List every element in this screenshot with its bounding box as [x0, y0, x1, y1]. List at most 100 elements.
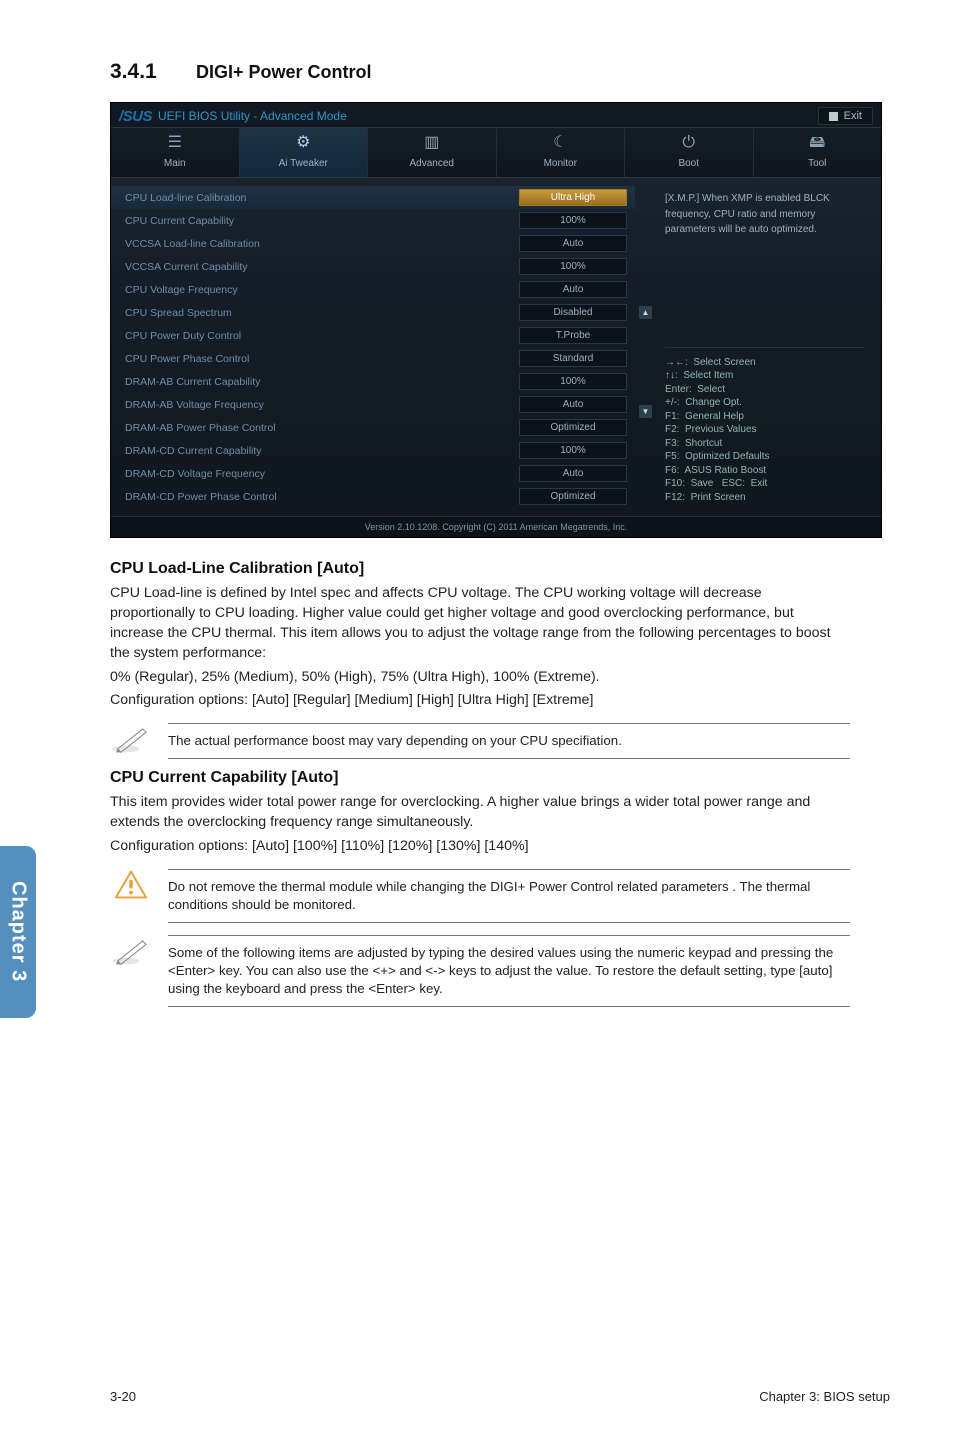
gauge-icon: ☾ — [553, 134, 567, 152]
help-line: F5: Optimized Defaults — [665, 450, 865, 464]
help-line: F3: Shortcut — [665, 437, 865, 451]
bios-tabs: ☰ Main ⚙ Ai Tweaker ▥ Advanced ☾ Monitor… — [111, 127, 881, 178]
pencil-icon — [110, 935, 152, 967]
subhead-ccc: CPU Current Capability [Auto] — [110, 769, 850, 787]
help-line: F10: Save ESC: Exit — [665, 477, 865, 491]
setting-value[interactable]: 100% — [519, 373, 627, 390]
tab-label: Main — [164, 158, 186, 169]
para: Configuration options: [Auto] [100%] [11… — [110, 837, 850, 857]
tab-label: Ai Tweaker — [279, 158, 328, 169]
setting-label: CPU Spread Spectrum — [125, 307, 519, 319]
setting-label: VCCSA Load-line Calibration — [125, 238, 519, 250]
info-line: frequency, CPU ratio and memory — [665, 208, 865, 222]
tab-ai-tweaker[interactable]: ⚙ Ai Tweaker — [240, 128, 369, 177]
setting-row[interactable]: CPU Current Capability100% — [111, 209, 635, 232]
setting-value[interactable]: Disabled — [519, 304, 627, 321]
setting-label: DRAM-AB Current Capability — [125, 376, 519, 388]
help-line: F12: Print Screen — [665, 491, 865, 505]
setting-label: CPU Current Capability — [125, 215, 519, 227]
help-line: →←: Select Screen — [665, 356, 865, 370]
note-text: Do not remove the thermal module while c… — [168, 869, 850, 923]
setting-value[interactable]: Optimized — [519, 419, 627, 436]
setting-label: CPU Voltage Frequency — [125, 284, 519, 296]
note-adjust: Some of the following items are adjusted… — [110, 935, 850, 1007]
setting-value[interactable]: 100% — [519, 212, 627, 229]
exit-label: Exit — [844, 110, 862, 122]
setting-label: VCCSA Current Capability — [125, 261, 519, 273]
setting-row[interactable]: VCCSA Current Capability100% — [111, 255, 635, 278]
help-line: F2: Previous Values — [665, 423, 865, 437]
bios-titlebar: /SUS UEFI BIOS Utility - Advanced Mode E… — [111, 103, 881, 127]
info-line: parameters will be auto optimized. — [665, 223, 865, 237]
chip-icon: ▥ — [424, 134, 439, 152]
scroll-down-icon[interactable]: ▼ — [639, 405, 652, 418]
help-line: +/-: Change Opt. — [665, 396, 865, 410]
exit-icon — [829, 112, 838, 121]
note-performance: The actual performance boost may vary de… — [110, 723, 850, 759]
brand-logo: /SUS — [119, 108, 152, 125]
setting-value[interactable]: 100% — [519, 258, 627, 275]
tab-label: Monitor — [544, 158, 577, 169]
gear-icon: ⚙ — [296, 134, 310, 152]
bios-footer: Version 2.10.1208. Copyright (C) 2011 Am… — [111, 516, 881, 537]
page-number: 3-20 — [110, 1389, 136, 1404]
setting-value[interactable]: Standard — [519, 350, 627, 367]
section-title: DIGI+ Power Control — [196, 62, 372, 83]
setting-label: DRAM-CD Power Phase Control — [125, 491, 519, 503]
setting-label: DRAM-AB Voltage Frequency — [125, 399, 519, 411]
help-line: Enter: Select — [665, 383, 865, 397]
setting-value[interactable]: Auto — [519, 281, 627, 298]
setting-label: CPU Power Phase Control — [125, 353, 519, 365]
setting-value[interactable]: T.Probe — [519, 327, 627, 344]
setting-row[interactable]: CPU Load-line CalibrationUltra High — [111, 186, 635, 209]
tab-tool[interactable]: 🖴 Tool — [754, 128, 882, 177]
setting-row[interactable]: DRAM-CD Current Capability100% — [111, 439, 635, 462]
scrollbar[interactable]: ▲ ▼ — [639, 186, 653, 508]
bios-title: UEFI BIOS Utility - Advanced Mode — [158, 109, 347, 123]
bios-screenshot: /SUS UEFI BIOS Utility - Advanced Mode E… — [110, 102, 882, 538]
setting-row[interactable]: CPU Power Phase ControlStandard — [111, 347, 635, 370]
help-line: F6: ASUS Ratio Boost — [665, 464, 865, 478]
chapter-tab: Chapter 3 — [0, 846, 36, 1018]
setting-label: CPU Power Duty Control — [125, 330, 519, 342]
setting-row[interactable]: DRAM-AB Voltage FrequencyAuto — [111, 393, 635, 416]
para: This item provides wider total power ran… — [110, 793, 850, 833]
setting-row[interactable]: CPU Power Duty ControlT.Probe — [111, 324, 635, 347]
setting-row[interactable]: CPU Voltage FrequencyAuto — [111, 278, 635, 301]
exit-button[interactable]: Exit — [818, 107, 873, 125]
tab-monitor[interactable]: ☾ Monitor — [497, 128, 626, 177]
help-line: ↑↓: Select Item — [665, 369, 865, 383]
tab-advanced[interactable]: ▥ Advanced — [368, 128, 497, 177]
help-line: F1: General Help — [665, 410, 865, 424]
setting-row[interactable]: DRAM-CD Power Phase ControlOptimized — [111, 485, 635, 508]
tab-label: Tool — [808, 158, 826, 169]
para: Configuration options: [Auto] [Regular] … — [110, 691, 850, 711]
setting-value[interactable]: 100% — [519, 442, 627, 459]
chapter-footer: Chapter 3: BIOS setup — [759, 1389, 890, 1404]
setting-row[interactable]: DRAM-AB Power Phase ControlOptimized — [111, 416, 635, 439]
bios-help-panel: [X.M.P.] When XMP is enabled BLCK freque… — [653, 178, 881, 516]
para: CPU Load-line is defined by Intel spec a… — [110, 584, 850, 664]
tool-icon: 🖴 — [809, 134, 825, 152]
list-icon: ☰ — [168, 134, 182, 152]
tab-boot[interactable]: ⏻ Boot — [625, 128, 754, 177]
setting-value[interactable]: Auto — [519, 235, 627, 252]
setting-label: DRAM-AB Power Phase Control — [125, 422, 519, 434]
setting-label: DRAM-CD Current Capability — [125, 445, 519, 457]
setting-value[interactable]: Auto — [519, 396, 627, 413]
tab-main[interactable]: ☰ Main — [111, 128, 240, 177]
setting-row[interactable]: VCCSA Load-line CalibrationAuto — [111, 232, 635, 255]
info-line: [X.M.P.] When XMP is enabled BLCK — [665, 192, 865, 206]
setting-row[interactable]: DRAM-CD Voltage FrequencyAuto — [111, 462, 635, 485]
setting-value[interactable]: Ultra High — [519, 189, 627, 206]
scroll-up-icon[interactable]: ▲ — [639, 306, 652, 319]
section-number: 3.4.1 — [110, 60, 196, 84]
tab-label: Boot — [678, 158, 699, 169]
power-icon: ⏻ — [682, 134, 695, 152]
warning-icon — [110, 869, 152, 901]
setting-value[interactable]: Optimized — [519, 488, 627, 505]
note-warning: Do not remove the thermal module while c… — [110, 869, 850, 923]
setting-value[interactable]: Auto — [519, 465, 627, 482]
setting-row[interactable]: CPU Spread SpectrumDisabled — [111, 301, 635, 324]
setting-row[interactable]: DRAM-AB Current Capability100% — [111, 370, 635, 393]
